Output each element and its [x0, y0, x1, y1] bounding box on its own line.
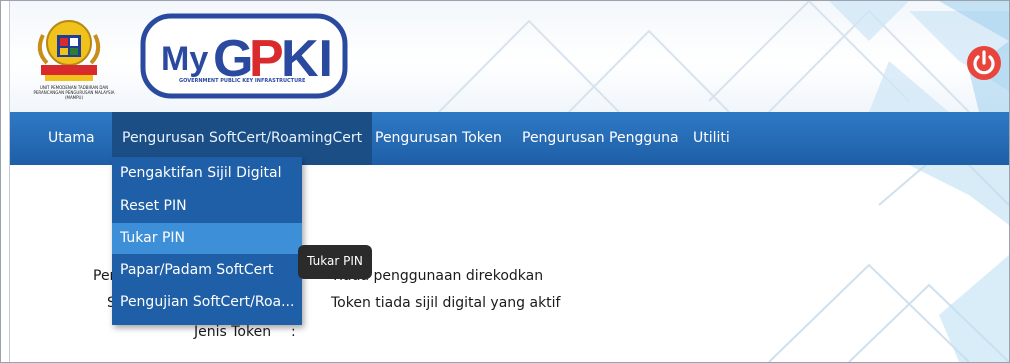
- logo-subtitle: GOVERNMENT PUBLIC KEY INFRASTRUCTURE: [179, 78, 306, 84]
- svg-text:My: My: [161, 40, 208, 78]
- app-window: UNIT PEMODENAN TADBIRAN DAN PERANCANGAN …: [0, 0, 1010, 363]
- header-banner: UNIT PEMODENAN TADBIRAN DAN PERANCANGAN …: [9, 1, 1009, 112]
- menu-item-papar-padam-softcert[interactable]: Papar/Padam SoftCert: [112, 255, 302, 286]
- nav-item-utama[interactable]: Utama: [38, 112, 105, 165]
- nav-item-utiliti[interactable]: Utiliti: [683, 112, 740, 165]
- softcert-dropdown-menu: Pengaktifan Sijil Digital Reset PIN Tuka…: [112, 157, 302, 325]
- government-crest-logo: UNIT PEMODENAN TADBIRAN DAN PERANCANGAN …: [29, 7, 129, 107]
- field-colon: :: [291, 324, 296, 340]
- nav-item-pengurusan-token[interactable]: Pengurusan Token: [365, 112, 512, 165]
- field-value-status: Token tiada sijil digital yang aktif: [331, 295, 561, 311]
- power-icon[interactable]: [966, 45, 1002, 81]
- field-label-token-type: Jenis Token: [194, 324, 272, 340]
- nav-item-pengurusan-pengguna[interactable]: Pengurusan Pengguna: [512, 112, 689, 165]
- agency-text: UNIT PEMODENAN TADBIRAN DAN PERANCANGAN …: [33, 85, 115, 100]
- left-edge-strip: [1, 1, 10, 362]
- tooltip: Tukar PIN: [298, 245, 372, 279]
- menu-item-reset-pin[interactable]: Reset PIN: [112, 191, 302, 222]
- menu-item-pengujian-softcert[interactable]: Pengujian SoftCert/Roa...: [112, 287, 302, 318]
- menu-item-pengaktifan-sijil[interactable]: Pengaktifan Sijil Digital: [112, 158, 302, 189]
- mygpki-logo: My G P KI GOVERNMENT PUBLIC KEY INFRASTR…: [139, 12, 349, 101]
- menu-item-tukar-pin[interactable]: Tukar PIN: [112, 223, 302, 254]
